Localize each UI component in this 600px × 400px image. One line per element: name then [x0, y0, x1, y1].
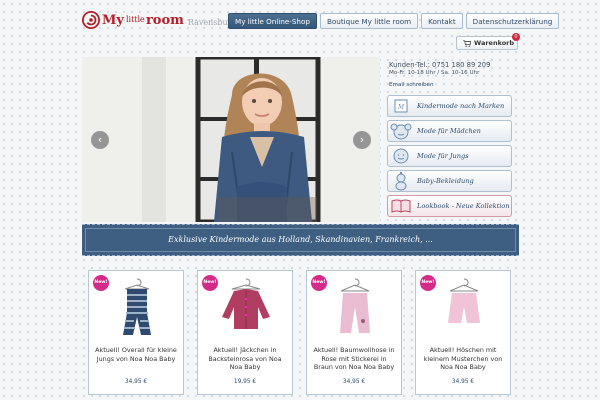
- contact-hours: Mo-Fr. 10-18 Uhr / Sa. 10-16 Uhr: [389, 70, 480, 76]
- product-grid: New! Aktuell! Overall für kleine Jungs v…: [88, 270, 511, 395]
- category-lookbook-label: Lookbook - Neue Kollektion: [417, 202, 510, 210]
- email-link[interactable]: Email schreiben: [389, 82, 519, 88]
- product-name[interactable]: Aktuell! Baumwollhose in Rose mit Sticke…: [311, 346, 397, 372]
- cart-button[interactable]: Warenkorb 0: [456, 33, 520, 50]
- category-girls-label: Mode für Mädchen: [417, 127, 481, 135]
- logo-room: room: [145, 12, 184, 28]
- product-price: 34,95 €: [451, 379, 475, 385]
- product-card[interactable]: New! Aktuell! Jäckchen in Backsteinrosa …: [197, 270, 293, 395]
- nav-datenschutz[interactable]: Datenschutzerklärung: [465, 13, 560, 29]
- girl-face-icon: [390, 123, 412, 140]
- slider-next-button[interactable]: ›: [353, 131, 371, 149]
- nav-online-shop[interactable]: My little Online-Shop: [228, 13, 317, 29]
- category-lookbook[interactable]: Lookbook - Neue Kollektion: [387, 195, 512, 217]
- product-price: 34,95 €: [342, 379, 366, 385]
- boy-face-icon: [393, 148, 409, 164]
- category-baby-label: Baby-Bekleidung: [417, 177, 474, 185]
- category-baby[interactable]: Baby-Bekleidung: [387, 170, 512, 192]
- category-brands[interactable]: M Kindermode nach Marken: [387, 95, 512, 117]
- category-girls[interactable]: Mode für Mädchen: [387, 120, 512, 142]
- nav-kontakt[interactable]: Kontakt: [421, 13, 463, 29]
- category-brands-label: Kindermode nach Marken: [417, 102, 505, 110]
- product-image-pants-pink: [448, 278, 480, 323]
- product-image-jacket: [222, 278, 270, 329]
- main-nav: My little Online-Shop Boutique My little…: [228, 13, 560, 29]
- category-list: M Kindermode nach Marken Mode für Mädche…: [387, 95, 512, 217]
- slider-prev-button[interactable]: ‹: [91, 131, 109, 149]
- product-card[interactable]: New! Aktuell! Overall für kleine Jungs v…: [88, 270, 184, 395]
- hero-image: [82, 57, 380, 222]
- product-card[interactable]: New! Aktuell! Baumwollhose in Rose mit S…: [306, 270, 402, 395]
- product-price: 34,95 €: [124, 379, 148, 385]
- contact-phone: Kunden-Tel.: 0751 180 89 209: [389, 61, 491, 69]
- site-logo[interactable]: My little room Ravensburg: [82, 8, 237, 32]
- product-name[interactable]: Aktuell! Jäckchen in Backsteinrosa von N…: [202, 346, 288, 372]
- product-image-pants-rose: [340, 278, 370, 333]
- category-boys-label: Mode für Jungs: [417, 152, 469, 160]
- banner-text: Exklusive Kindermode aus Holland, Skandi…: [168, 235, 433, 244]
- nav-boutique[interactable]: Boutique My little room: [319, 13, 419, 29]
- category-boys[interactable]: Mode für Jungs: [387, 145, 512, 167]
- tagline-banner: Exklusive Kindermode aus Holland, Skandi…: [82, 224, 519, 256]
- product-name[interactable]: Aktuell! Höschen mit kleinem Musterchen …: [420, 346, 506, 372]
- book-icon: [391, 199, 411, 213]
- tag-icon: M: [394, 99, 408, 113]
- baby-icon: [395, 171, 407, 191]
- hero-slider: [82, 57, 380, 222]
- contact-info: Kunden-Tel.: 0751 180 89 209 Mo-Fr. 10-1…: [389, 61, 519, 88]
- svg-text:M: M: [397, 104, 405, 111]
- cart-icon: [463, 39, 471, 47]
- product-name[interactable]: Aktuell! Overall für kleine Jungs von No…: [93, 346, 179, 363]
- product-price: 19,95 €: [233, 379, 257, 385]
- cart-label: Warenkorb: [474, 39, 515, 47]
- logo-my: My: [102, 12, 124, 28]
- product-image-overall: [123, 278, 151, 335]
- cart-count-badge: 0: [512, 33, 520, 41]
- product-card[interactable]: New! Aktuell! Höschen mit kleinem Muster…: [415, 270, 511, 395]
- logo-little: little: [125, 15, 145, 24]
- logo-swirl-icon: [82, 11, 100, 29]
